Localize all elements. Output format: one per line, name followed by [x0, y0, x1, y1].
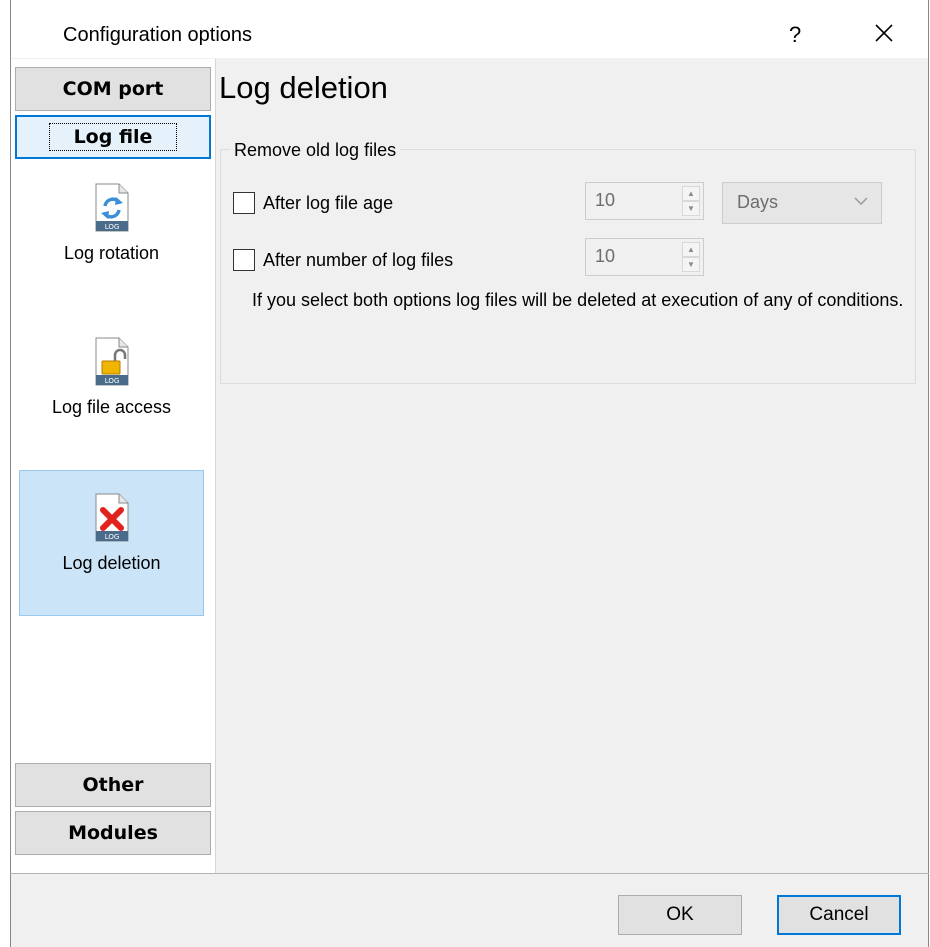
checkbox-box[interactable]: [233, 249, 255, 271]
close-icon[interactable]: [869, 18, 899, 48]
age-unit-select[interactable]: Days: [722, 182, 882, 224]
log-rotation-icon: LOG: [95, 183, 128, 232]
nav-item-log-deletion[interactable]: LOG Log deletion: [19, 470, 204, 616]
nav-button-label: Modules: [68, 822, 158, 844]
spinner-up-icon[interactable]: ▲: [682, 186, 700, 201]
nav-button-label: Other: [82, 774, 144, 796]
checkbox-box[interactable]: [233, 192, 255, 214]
nav-item-label: Log file access: [51, 397, 172, 417]
nav-modules-button[interactable]: Modules: [15, 811, 211, 855]
spinner-arrows: ▲ ▼: [682, 186, 700, 216]
nav-button-label: Log file: [48, 123, 178, 151]
spinner-arrows: ▲ ▼: [682, 242, 700, 272]
after-number-of-log-files-checkbox[interactable]: After number of log files: [233, 249, 453, 271]
nav-item-log-file-access[interactable]: LOG Log file access: [19, 315, 204, 461]
svg-text:LOG: LOG: [104, 377, 119, 385]
svg-text:LOG: LOG: [104, 223, 119, 231]
spinner-value: 10: [595, 190, 616, 210]
select-value: Days: [737, 192, 779, 212]
nav-button-label: COM port: [62, 78, 164, 100]
window-title: Configuration options: [63, 24, 253, 46]
title-bar: Configuration options ?: [11, 0, 928, 58]
group-legend: Remove old log files: [230, 140, 401, 161]
nav-item-log-rotation[interactable]: LOG Log rotation: [19, 161, 204, 307]
svg-text:LOG: LOG: [104, 533, 119, 541]
log-deletion-icon: LOG: [95, 493, 128, 542]
log-file-access-icon: LOG: [95, 337, 128, 386]
checkbox-label: After number of log files: [263, 249, 454, 270]
after-log-file-age-checkbox[interactable]: After log file age: [233, 192, 393, 214]
left-navigation: COM port Log file LOG Log rotation LOG L…: [11, 59, 216, 873]
log-count-spinner[interactable]: 10 ▲ ▼: [585, 238, 704, 276]
info-text: If you select both options log files wil…: [252, 290, 904, 310]
footer-divider: [10, 873, 929, 874]
ok-button[interactable]: OK: [618, 895, 742, 935]
nav-item-label: Log deletion: [62, 553, 161, 573]
nav-com-port-button[interactable]: COM port: [15, 67, 211, 111]
chevron-down-icon: [854, 197, 868, 206]
nav-item-label: Log rotation: [63, 243, 160, 263]
page-title: Log deletion: [219, 70, 388, 105]
cancel-button[interactable]: Cancel: [777, 895, 901, 935]
help-button[interactable]: ?: [789, 22, 801, 48]
spinner-down-icon[interactable]: ▼: [682, 201, 700, 216]
log-age-spinner[interactable]: 10 ▲ ▼: [585, 182, 704, 220]
nav-log-file-button[interactable]: Log file: [15, 115, 211, 159]
nav-other-button[interactable]: Other: [15, 763, 211, 807]
configuration-window: Configuration options ? COM port Log fil…: [10, 0, 929, 947]
spinner-down-icon[interactable]: ▼: [682, 257, 700, 272]
spinner-value: 10: [595, 246, 616, 266]
spinner-up-icon[interactable]: ▲: [682, 242, 700, 257]
checkbox-label: After log file age: [263, 192, 394, 213]
